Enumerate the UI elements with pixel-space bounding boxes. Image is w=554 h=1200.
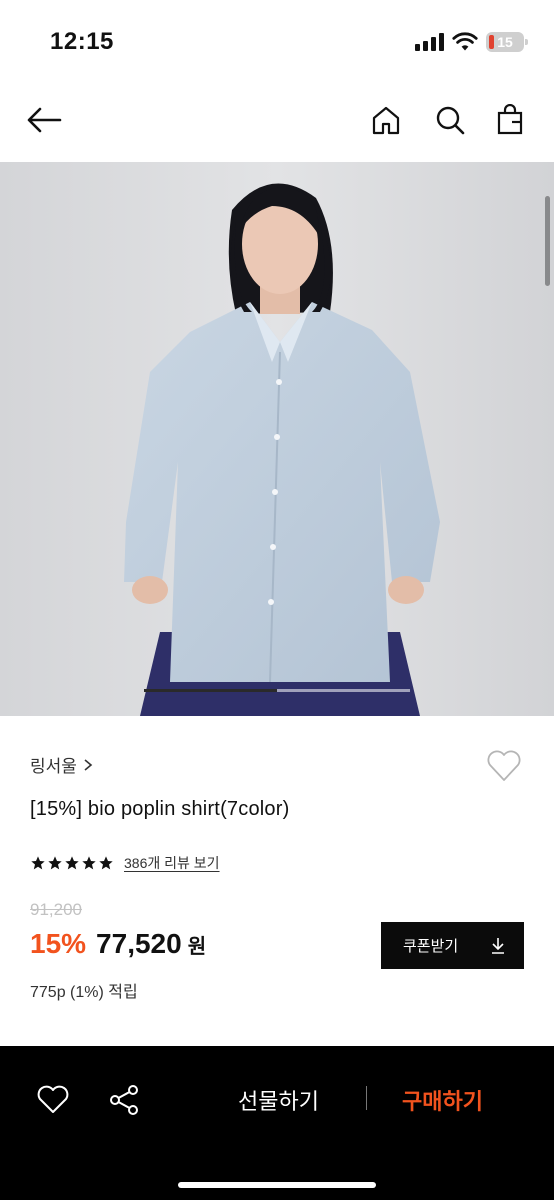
brand-name: 링서울	[30, 757, 77, 776]
search-button[interactable]	[430, 100, 470, 140]
battery-icon: 15	[486, 32, 528, 52]
back-arrow-icon	[27, 107, 62, 133]
star-icon	[31, 856, 45, 870]
shopping-bag-button[interactable]	[490, 100, 530, 140]
shopping-bag-icon	[497, 104, 523, 135]
star-icon	[82, 856, 96, 870]
slide-indicator-fill	[144, 689, 277, 692]
home-icon	[372, 106, 400, 135]
wishlist-button[interactable]	[484, 746, 524, 786]
gift-button[interactable]: 선물하기	[238, 1084, 319, 1116]
home-indicator[interactable]	[178, 1182, 376, 1188]
bottom-divider	[366, 1086, 367, 1110]
sale-price: 77,520	[96, 928, 182, 959]
bottom-wishlist-button[interactable]	[33, 1080, 73, 1120]
heart-outline-icon	[487, 750, 521, 781]
product-title: [15%] bio poplin shirt(7color)	[30, 798, 290, 820]
page-scrollbar[interactable]	[545, 196, 550, 286]
star-icon	[99, 856, 113, 870]
original-price: 91,200	[30, 900, 82, 919]
status-time: 12:15	[50, 28, 114, 55]
download-icon	[492, 937, 504, 954]
search-icon	[436, 106, 465, 135]
share-button[interactable]	[104, 1080, 144, 1120]
heart-icon	[37, 1085, 69, 1113]
coupon-button-label: 쿠폰받기	[403, 938, 459, 955]
review-link[interactable]: 386개 리뷰 보기	[124, 853, 220, 873]
star-icon	[48, 856, 62, 870]
discount-rate: 15%	[30, 928, 87, 959]
points-info: 775p (1%) 적립	[30, 984, 138, 1001]
home-button[interactable]	[366, 100, 406, 140]
share-icon	[110, 1085, 138, 1115]
status-bar: 12:15 15	[0, 0, 554, 84]
brand-link[interactable]: 링서울	[30, 752, 93, 777]
wifi-icon	[452, 32, 478, 51]
product-image[interactable]	[0, 162, 554, 716]
rating-row: 386개 리뷰 보기	[30, 853, 220, 873]
currency: 원	[187, 936, 207, 958]
star-icon	[65, 856, 79, 870]
back-button[interactable]	[24, 100, 64, 140]
price-row: 15% 77,520 원	[30, 928, 206, 960]
top-nav	[0, 84, 554, 162]
signal-icon	[415, 33, 444, 51]
buy-button[interactable]: 구매하기	[402, 1084, 483, 1116]
rating-stars	[30, 855, 114, 871]
product-photo	[0, 162, 554, 716]
battery-level: 15	[497, 34, 513, 50]
bottom-action-bar	[0, 1046, 554, 1200]
slide-indicator	[144, 689, 410, 692]
chevron-right-icon	[84, 758, 93, 771]
status-icons: 15	[415, 32, 528, 52]
coupon-button[interactable]: 쿠폰받기	[381, 922, 524, 969]
